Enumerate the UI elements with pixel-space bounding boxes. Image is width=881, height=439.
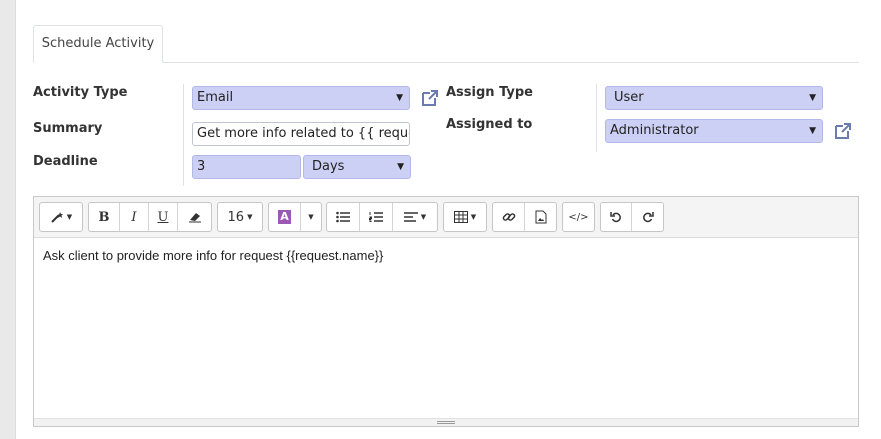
editor-resize-handle[interactable]	[34, 418, 858, 426]
summary-label: Summary	[33, 121, 103, 136]
style-group: ▼	[39, 202, 83, 232]
undo-icon[interactable]	[601, 203, 632, 231]
form-sheet: Schedule Activity Activity Type Summary …	[15, 0, 881, 439]
insert-group	[492, 202, 557, 232]
editor-toolbar: ▼ B I U 16 ▼ A ▼ ▼ ▼ </>	[34, 197, 858, 238]
tab-schedule-activity[interactable]: Schedule Activity	[33, 25, 163, 63]
chevron-down-icon: ▼	[809, 126, 816, 136]
column-divider	[596, 84, 597, 152]
align-dropdown-icon[interactable]: ▼	[393, 203, 437, 231]
paragraph-group: ▼	[326, 202, 438, 232]
font-size-dropdown[interactable]: 16 ▼	[218, 203, 262, 231]
history-group	[600, 202, 664, 232]
activity-type-select[interactable]: Email ▼	[192, 86, 410, 110]
deadline-value: 3	[197, 159, 206, 174]
column-divider	[183, 84, 184, 186]
table-group: ▼	[443, 202, 487, 232]
summary-input[interactable]: Get more info related to {{ request.na	[192, 122, 410, 146]
external-link-icon[interactable]	[833, 121, 853, 141]
chevron-down-icon: ▼	[809, 93, 816, 103]
chevron-down-icon: ▼	[397, 162, 404, 172]
external-link-icon[interactable]	[420, 88, 440, 108]
deadline-unit-select[interactable]: Days ▼	[303, 155, 411, 179]
chevron-down-icon: ▼	[396, 93, 403, 103]
magic-wand-icon[interactable]: ▼	[40, 203, 82, 231]
assign-type-value: User	[614, 90, 644, 105]
assign-type-select[interactable]: User ▼	[605, 86, 823, 110]
activity-type-value: Email	[197, 90, 234, 105]
assigned-to-value: Administrator	[610, 123, 699, 138]
ordered-list-icon[interactable]	[360, 203, 393, 231]
italic-icon[interactable]: I	[120, 203, 149, 231]
unordered-list-icon[interactable]	[327, 203, 360, 231]
assigned-to-label: Assigned to	[446, 117, 533, 132]
deadline-label: Deadline	[33, 154, 98, 169]
image-icon[interactable]	[525, 203, 556, 231]
font-style-group: B I U	[88, 202, 212, 232]
grip-icon	[437, 421, 455, 424]
assign-type-label: Assign Type	[446, 85, 534, 100]
assigned-to-select[interactable]: Administrator ▼	[605, 119, 823, 143]
editor-content[interactable]: Ask client to provide more info for requ…	[43, 248, 383, 263]
activity-type-label: Activity Type	[33, 85, 128, 100]
color-group: A ▼	[268, 202, 322, 232]
table-icon[interactable]: ▼	[444, 203, 486, 231]
redo-icon[interactable]	[632, 203, 663, 231]
summary-value: Get more info related to {{ request.na	[197, 126, 409, 141]
color-dropdown-toggle[interactable]: ▼	[301, 203, 321, 231]
code-group: </>	[562, 202, 595, 232]
deadline-input[interactable]: 3	[192, 155, 301, 179]
deadline-unit-value: Days	[312, 159, 345, 174]
bold-icon[interactable]: B	[89, 203, 120, 231]
font-color-icon[interactable]: A	[269, 203, 301, 231]
link-icon[interactable]	[493, 203, 525, 231]
font-size-group: 16 ▼	[217, 202, 263, 232]
code-view-icon[interactable]: </>	[563, 203, 594, 231]
eraser-icon[interactable]	[178, 203, 211, 231]
rich-text-editor: ▼ B I U 16 ▼ A ▼ ▼ ▼ </> Ask client to p…	[33, 196, 859, 427]
underline-icon[interactable]: U	[149, 203, 178, 231]
font-size-value: 16	[227, 209, 245, 225]
